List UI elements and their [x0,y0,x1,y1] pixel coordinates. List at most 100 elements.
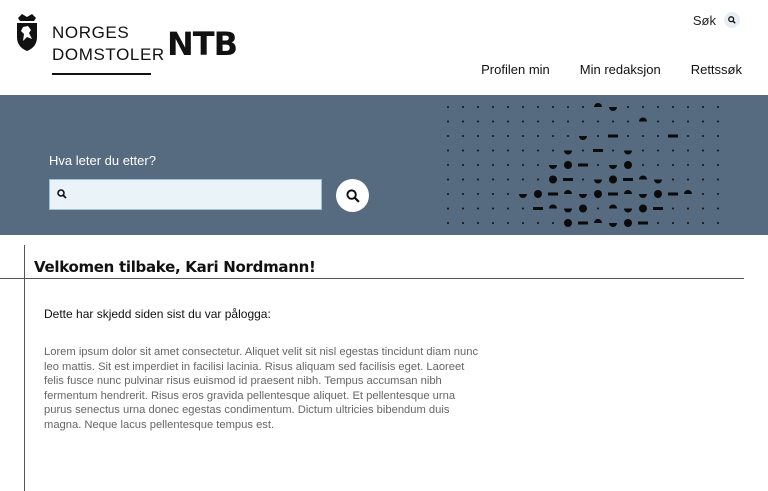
pattern-dot [492,193,494,195]
pattern-dot [552,135,554,137]
pattern-dot [642,149,644,152]
pattern-dot [657,135,659,137]
pattern-mark [594,103,602,107]
welcome-heading: Velkomen tilbake, Kari Nordmann! [34,258,316,276]
pattern-mark [579,194,587,198]
header-search-label: Søk [692,12,716,28]
pattern-dot [687,164,689,166]
site-header: NORGES DOMSTOLER NTB Søk Profilen min Mi… [0,0,768,95]
pattern-dot [447,135,449,137]
pattern-mark [578,221,588,225]
header-search-link[interactable]: Søk [693,12,740,28]
search-prompt: Hva leter du etter? [49,153,156,168]
pattern-dot [687,207,689,210]
pattern-mark [609,165,617,169]
search-icon [345,188,360,203]
pattern-dot [597,164,599,166]
pattern-mark [639,204,647,213]
pattern-mark [564,219,572,227]
pattern-dot [492,120,494,123]
pattern-dot [522,106,524,108]
pattern-dot [477,207,479,210]
pattern-mark [609,204,617,209]
pattern-dot [672,207,674,210]
pattern-mark [624,150,632,155]
pattern-dot [507,106,509,108]
pattern-dot [717,193,719,195]
pattern-dot [492,178,494,181]
pattern-dot [672,178,674,181]
pattern-dot [717,106,719,108]
search-input[interactable] [74,184,318,207]
pattern-mark [639,194,647,198]
pattern-dot [507,120,509,123]
pattern-mark [653,207,663,210]
pattern-dot [717,149,719,152]
main-nav: Profilen min Min redaksjon Rettssøk [481,62,742,77]
pattern-dot [492,149,494,152]
pattern-dot [582,106,584,108]
pattern-dot [462,178,464,181]
pattern-dot [462,207,464,210]
pattern-dot [447,222,449,224]
pattern-dot [597,207,599,210]
pattern-dot [567,120,569,123]
pattern-dot [657,106,659,108]
pattern-dot [687,106,689,108]
pattern-dot [567,106,569,108]
pattern-dot [717,135,719,137]
pattern-mark [564,208,572,213]
pattern-mark [668,192,678,196]
nav-item-profile[interactable]: Profilen min [481,62,550,77]
pattern-mark [578,163,588,167]
pattern-dot [567,135,569,137]
pattern-mark [624,190,632,194]
ntb-logo[interactable]: NTB [167,25,238,63]
pattern-dot [522,207,524,210]
pattern-dot [627,135,629,137]
pattern-dot [702,120,704,123]
pattern-mark [684,190,692,194]
pattern-dot [552,222,554,224]
content-divider-vertical [24,245,25,491]
brand-name[interactable]: NORGES DOMSTOLER [52,22,165,66]
nav-item-newsroom[interactable]: Min redaksjon [580,62,661,77]
pattern-dot [627,120,629,123]
pattern-dot [522,222,524,224]
search-button[interactable] [336,179,369,212]
pattern-dot [537,164,539,166]
pattern-dot [717,222,719,224]
pattern-dot [447,120,449,123]
pattern-dot [462,193,464,195]
pattern-dot [612,149,614,152]
pattern-dot [717,120,719,123]
pattern-dot [507,149,509,152]
nav-item-court-search[interactable]: Rettssøk [691,62,742,77]
pattern-mark [609,175,617,184]
pattern-mark [639,175,647,180]
pattern-dot [687,178,689,181]
pattern-dot [477,135,479,137]
pattern-dot [522,164,524,166]
pattern-dot [657,222,659,224]
pattern-dot [552,120,554,123]
pattern-dot [672,106,674,108]
pattern-dot [477,222,479,224]
pattern-dot [672,164,674,166]
pattern-dot [447,106,449,108]
pattern-mark [624,208,632,213]
pattern-dot [492,207,494,210]
pattern-dot [537,120,539,123]
search-field[interactable] [49,179,322,210]
pattern-dot [552,149,554,152]
pattern-dot [687,135,689,137]
pattern-dot [507,222,509,224]
search-icon[interactable] [724,12,740,28]
pattern-mark [609,223,617,227]
updates-body-text: Lorem ipsum dolor sit amet consectetur. … [44,346,479,431]
pattern-dot [522,149,524,152]
pattern-dot [507,164,509,166]
pattern-mark [624,219,632,227]
pattern-mark [623,178,633,181]
pattern-dot [672,120,674,123]
